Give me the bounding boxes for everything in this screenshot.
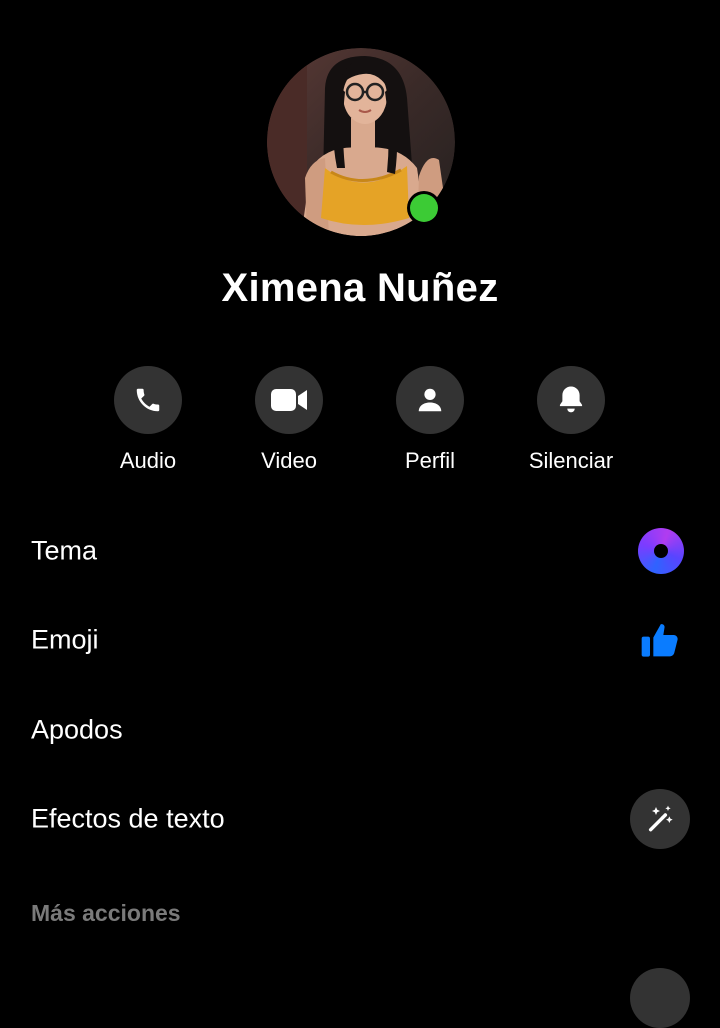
more-actions-item-icon[interactable] <box>630 968 690 1028</box>
text-effects-row[interactable]: Efectos de texto <box>0 779 720 859</box>
phone-icon <box>136 388 160 412</box>
magic-wand-icon <box>630 789 690 849</box>
video-label: Video <box>261 448 317 473</box>
video-call-circle[interactable] <box>255 366 323 434</box>
person-icon <box>418 388 442 412</box>
audio-call-button[interactable]: Audio <box>78 366 218 474</box>
profile-circle[interactable] <box>396 366 464 434</box>
theme-ring-icon <box>638 528 684 574</box>
mute-circle[interactable] <box>537 366 605 434</box>
thumbs-up-icon <box>640 620 680 660</box>
nicknames-row[interactable]: Apodos <box>0 690 720 770</box>
theme-label: Tema <box>31 535 98 566</box>
emoji-row[interactable]: Emoji <box>0 600 720 680</box>
contact-name: Ximena Nuñez <box>221 266 499 310</box>
online-status-indicator <box>407 191 441 225</box>
bell-icon <box>559 386 583 413</box>
emoji-label: Emoji <box>31 624 99 655</box>
video-call-button[interactable]: Video <box>219 366 359 474</box>
nicknames-label: Apodos <box>31 714 123 745</box>
profile-label: Perfil <box>404 448 456 473</box>
quick-actions: Audio Video Perfil Silenciar <box>0 366 720 486</box>
theme-row[interactable]: Tema <box>0 511 720 591</box>
audio-call-circle[interactable] <box>114 366 182 434</box>
video-camera-icon <box>271 389 307 411</box>
profile-picture[interactable] <box>267 48 455 236</box>
mute-label: Silenciar <box>528 448 614 473</box>
profile-button[interactable]: Perfil <box>360 366 500 474</box>
audio-label: Audio <box>119 448 177 473</box>
mute-button[interactable]: Silenciar <box>501 366 641 474</box>
more-actions-header: Más acciones <box>31 900 181 926</box>
text-effects-label: Efectos de texto <box>31 803 225 834</box>
